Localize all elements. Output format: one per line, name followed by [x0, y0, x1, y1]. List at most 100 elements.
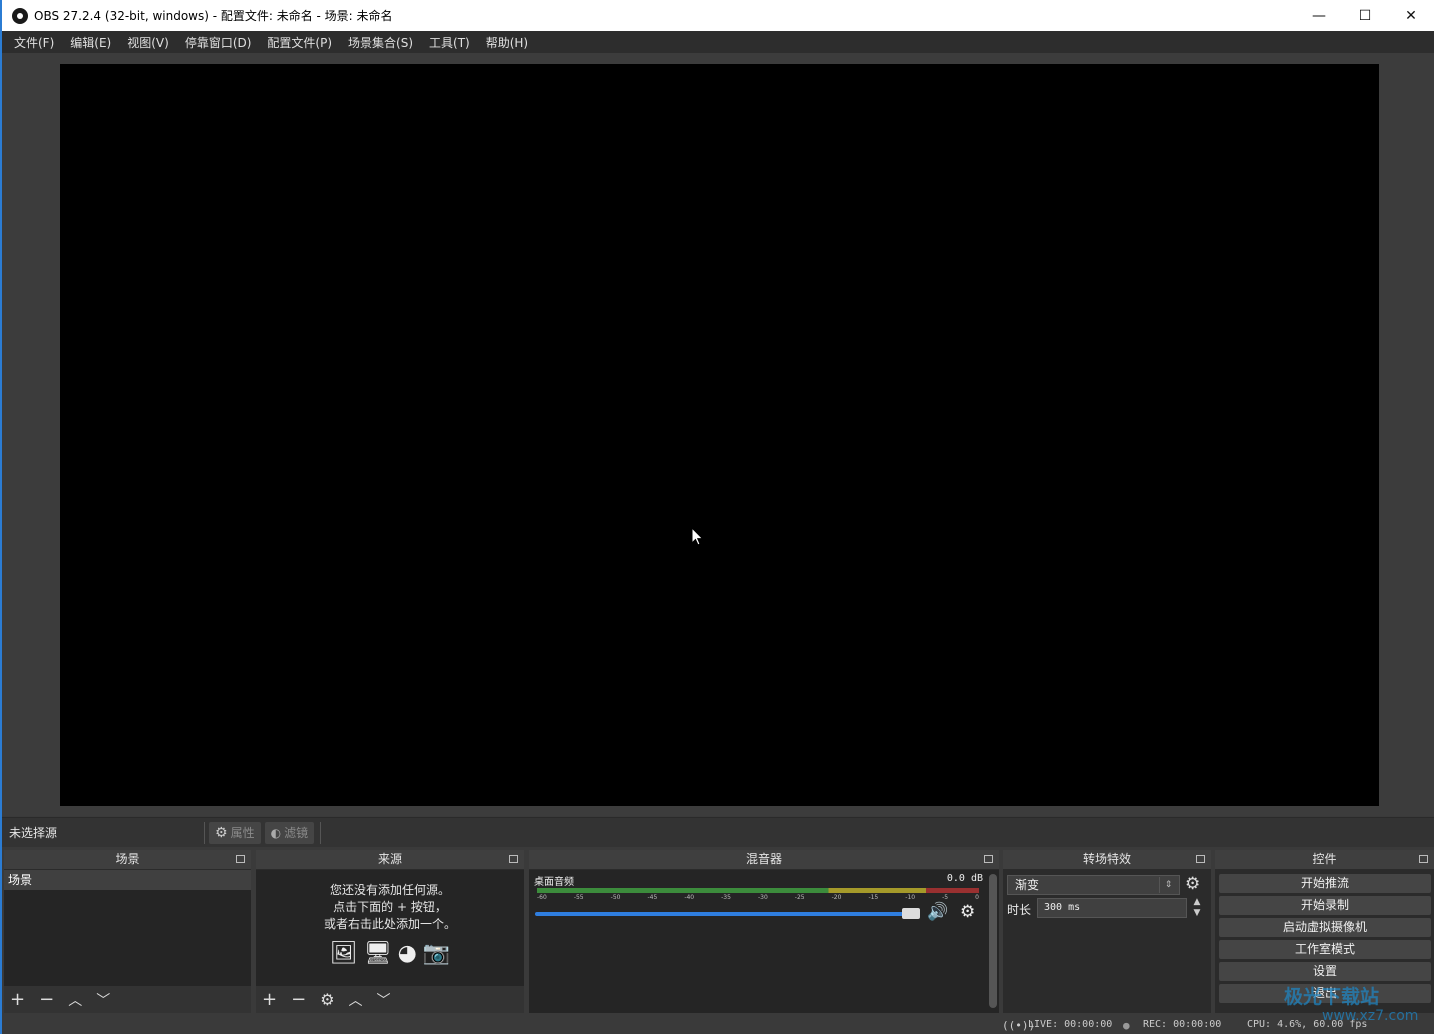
mixer-title: 混音器 — [745, 852, 782, 866]
scenes-list: 场景 + − ︿ ﹀ — [4, 870, 251, 1013]
gear-icon[interactable]: ⚙ — [1185, 874, 1200, 894]
sources-dock-header: 来源 — [256, 850, 524, 869]
meter-tick: -45 — [647, 894, 658, 901]
meter-tick: -50 — [610, 894, 621, 901]
audio-db-value: 0.0 dB — [946, 873, 983, 884]
chevron-down-icon[interactable]: ▼ — [1194, 908, 1201, 919]
monitor-icon: 🖥 — [363, 941, 392, 966]
add-scene-icon[interactable]: + — [10, 989, 25, 1010]
remove-scene-icon[interactable]: − — [39, 989, 54, 1010]
maximize-button[interactable]: ☐ — [1342, 0, 1388, 31]
start-streaming-button[interactable]: 开始推流 — [1219, 874, 1431, 893]
controls-dock-header: 控件 — [1215, 850, 1434, 869]
obs-window: OBS 27.2.4 (32-bit, windows) - 配置文件: 未命名… — [0, 0, 1434, 1034]
duration-label: 时长 — [1007, 903, 1032, 917]
empty-line: 您还没有添加任何源。 — [329, 883, 450, 897]
record-indicator-icon: ● — [1123, 1019, 1130, 1032]
sources-list[interactable]: 您还没有添加任何源。 点击下面的 + 按钮， 或者右击此处添加一个。 🖼 🖥 ◕… — [256, 870, 524, 1013]
float-dock-icon[interactable] — [984, 855, 993, 863]
transitions-dock: 转场特效 渐变 ⇕ ⚙ 时长 300 ms ▲ ▼ — [1003, 850, 1211, 1013]
float-dock-icon[interactable] — [236, 855, 245, 863]
menu-profile[interactable]: 配置文件(P) — [259, 34, 340, 51]
meter-tick: -60 — [537, 894, 547, 901]
minimize-button[interactable]: — — [1296, 0, 1342, 31]
move-down-icon[interactable]: ﹀ — [377, 990, 391, 1010]
live-time: LIVE: 00:00:00 — [1028, 1019, 1113, 1030]
meter-tick: -15 — [868, 894, 879, 901]
chevron-updown-icon: ⇕ — [1159, 877, 1177, 893]
audio-track-name: 桌面音频 — [534, 877, 574, 888]
studio-mode-button[interactable]: 工作室模式 — [1219, 940, 1431, 959]
float-dock-icon[interactable] — [1196, 855, 1205, 863]
move-up-icon[interactable]: ︿ — [68, 990, 82, 1010]
move-up-icon[interactable]: ︿ — [349, 990, 363, 1010]
settings-button[interactable]: 设置 — [1219, 962, 1431, 981]
volume-slider-handle[interactable] — [902, 908, 920, 919]
transitions-dock-header: 转场特效 — [1003, 850, 1211, 869]
meter-ticks: -60 -55 -50 -45 -40 -35 -30 -25 -20 -15 … — [537, 894, 979, 904]
mouse-cursor-icon — [691, 527, 704, 546]
scenes-title: 场景 — [115, 852, 140, 866]
speaker-icon[interactable]: 🔊 — [927, 902, 948, 922]
scene-item[interactable]: 场景 — [4, 870, 251, 890]
meter-tick: -25 — [794, 894, 805, 901]
menu-scene-collection[interactable]: 场景集合(S) — [340, 34, 421, 51]
mixer-dock-header: 混音器 — [529, 850, 999, 869]
transition-select[interactable]: 渐变 ⇕ — [1007, 875, 1180, 895]
empty-sources-message: 您还没有添加任何源。 点击下面的 + 按钮， 或者右击此处添加一个。 — [256, 882, 524, 933]
menu-edit[interactable]: 编辑(E) — [62, 34, 119, 51]
divider — [320, 821, 322, 844]
rec-time: REC: 00:00:00 — [1143, 1019, 1222, 1030]
menu-file[interactable]: 文件(F) — [6, 34, 62, 51]
meter-tick: -35 — [721, 894, 731, 901]
window-title: OBS 27.2.4 (32-bit, windows) - 配置文件: 未命名… — [34, 9, 393, 23]
float-dock-icon[interactable] — [1419, 855, 1428, 863]
controls-title: 控件 — [1312, 852, 1337, 866]
meter-tick: -55 — [573, 894, 584, 901]
filters-button[interactable]: ◐ 滤镜 — [264, 821, 315, 844]
selected-source-label: 未选择源 — [9, 826, 58, 840]
transition-selected: 渐变 — [1015, 878, 1040, 892]
menu-tools[interactable]: 工具(T) — [421, 34, 478, 51]
move-down-icon[interactable]: ﹀ — [96, 990, 110, 1010]
meter-tick: -20 — [831, 894, 842, 901]
properties-button[interactable]: ⚙ 属性 — [209, 821, 261, 844]
menu-help[interactable]: 帮助(H) — [478, 34, 536, 51]
duration-input[interactable]: 300 ms — [1037, 898, 1187, 918]
start-virtual-camera-button[interactable]: 启动虚拟摄像机 — [1219, 918, 1431, 937]
close-button[interactable]: ✕ — [1388, 0, 1434, 31]
gear-icon[interactable]: ⚙ — [960, 902, 975, 922]
transitions-body: 渐变 ⇕ ⚙ 时长 300 ms ▲ ▼ — [1003, 870, 1211, 1013]
chevron-up-icon[interactable]: ▲ — [1194, 897, 1201, 908]
source-toolbar: 未选择源 ⚙ 属性 ◐ 滤镜 — [2, 817, 1434, 847]
menu-bar: 文件(F) 编辑(E) 视图(V) 停靠窗口(D) 配置文件(P) 场景集合(S… — [2, 31, 1434, 53]
title-bar[interactable]: OBS 27.2.4 (32-bit, windows) - 配置文件: 未命名… — [2, 0, 1434, 31]
sources-title: 来源 — [377, 852, 402, 866]
preview-canvas[interactable] — [60, 64, 1379, 806]
float-dock-icon[interactable] — [509, 855, 518, 863]
add-source-icon[interactable]: + — [262, 989, 277, 1010]
divider — [204, 821, 205, 844]
filter-icon: ◐ — [270, 825, 282, 840]
menu-view[interactable]: 视图(V) — [119, 34, 177, 51]
scenes-dock-header: 场景 — [4, 850, 251, 869]
empty-line: 点击下面的 + 按钮， — [333, 900, 447, 914]
volume-slider-track[interactable] — [535, 912, 917, 916]
transitions-title: 转场特效 — [1082, 852, 1131, 866]
start-recording-button[interactable]: 开始录制 — [1219, 896, 1431, 915]
mixer-body: 桌面音频 0.0 dB -60 -55 -50 -45 -40 -35 -30 … — [529, 870, 999, 1013]
obs-logo-icon — [12, 7, 28, 24]
status-bar: ((•)) LIVE: 00:00:00 ● REC: 00:00:00 CPU… — [2, 1016, 1434, 1034]
sources-dock: 来源 您还没有添加任何源。 点击下面的 + 按钮， 或者右击此处添加一个。 🖼 … — [256, 850, 524, 1013]
remove-source-icon[interactable]: − — [291, 989, 306, 1010]
meter-tick: -30 — [757, 894, 768, 901]
scenes-dock: 场景 场景 + − ︿ ﹀ — [4, 850, 251, 1013]
meter-tick: -40 — [684, 894, 695, 901]
globe-icon: ◕ — [397, 941, 417, 966]
watermark-logo: 极光下载站 — [1284, 986, 1380, 1008]
menu-docks[interactable]: 停靠窗口(D) — [177, 34, 260, 51]
gear-icon[interactable]: ⚙ — [320, 990, 334, 1009]
duration-stepper[interactable]: ▲ ▼ — [1189, 897, 1205, 919]
mixer-scrollbar[interactable] — [989, 874, 997, 1008]
empty-line: 或者右击此处添加一个。 — [323, 917, 456, 931]
